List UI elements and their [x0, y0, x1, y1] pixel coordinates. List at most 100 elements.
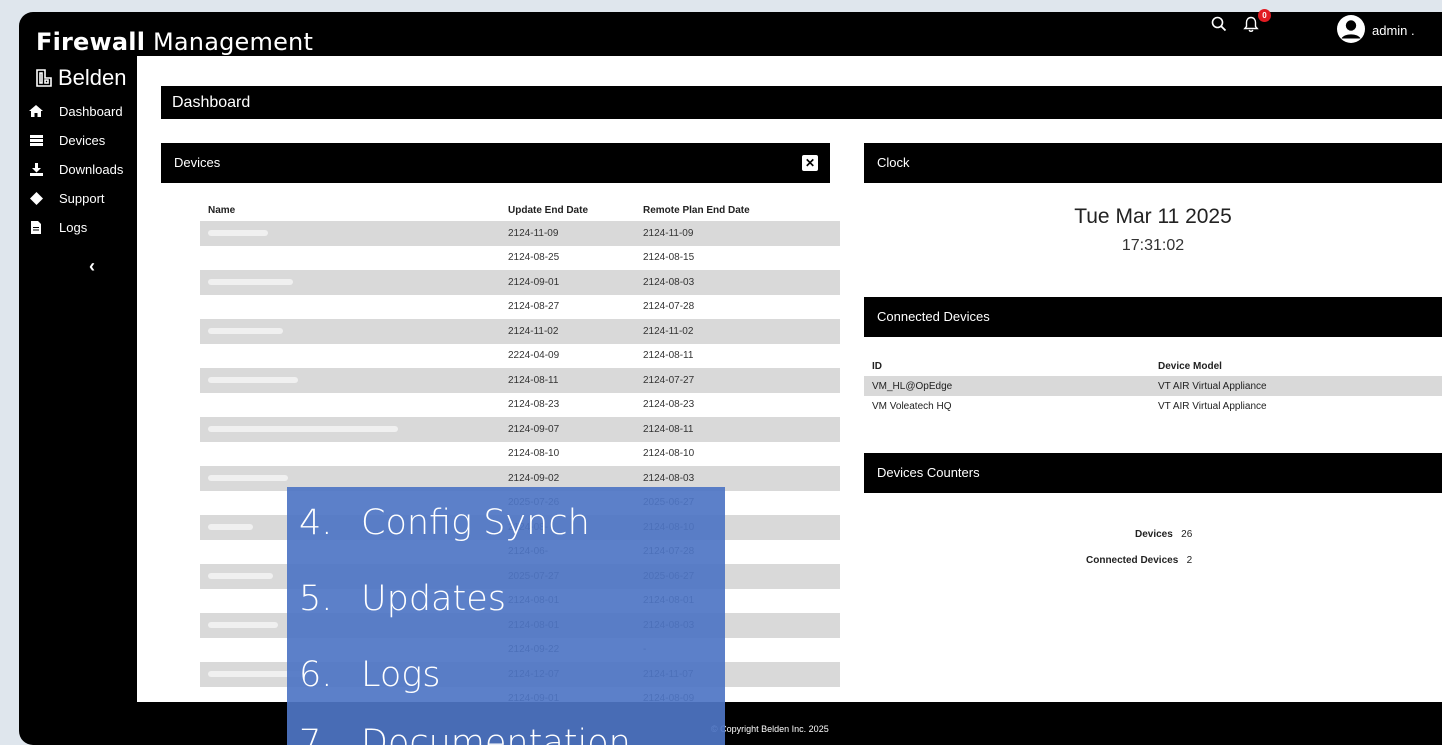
- overlay-item: 4. Config Synch: [299, 503, 590, 543]
- overlay-item: 5. Updates: [299, 579, 506, 619]
- remote-plan-end-date: 2124-07-28: [643, 301, 695, 313]
- redacted-name: [208, 327, 283, 334]
- search-icon[interactable]: [1211, 16, 1227, 32]
- redacted-name: [208, 523, 253, 530]
- connected-devices-counter: Connected Devices 2: [1086, 555, 1192, 566]
- update-end-date: 2124-11-02: [508, 325, 559, 337]
- sidebar-item-label: Downloads: [59, 161, 124, 177]
- table-row[interactable]: 2124-11-09 2124-11-09: [200, 221, 840, 246]
- device-name: [200, 277, 508, 288]
- update-end-date: 2124-09-01: [508, 276, 560, 288]
- presentation-overlay: 4. Config Synch 5. Updates 6. Logs 7. Docume…: [287, 487, 725, 745]
- home-icon: [27, 104, 45, 118]
- counters-panel-header: Devices Counters: [864, 453, 1442, 493]
- redacted-name: [208, 474, 288, 481]
- counter-value: 2: [1186, 555, 1193, 566]
- clock-widget: Tue Mar 11 2025 17:31:02: [864, 183, 1442, 280]
- sidebar-item-support[interactable]: Support: [27, 187, 123, 209]
- update-end-date: 2124-08-10: [508, 448, 560, 460]
- remote-plan-end-date: 2124-11-09: [643, 227, 694, 239]
- counter-value: 26: [1181, 529, 1193, 540]
- overlay-item: 6. Logs: [299, 655, 441, 695]
- device-model: VT AIR Virtual Appliance: [1158, 400, 1267, 412]
- sidebar-item-dashboard[interactable]: Dashboard: [27, 100, 123, 122]
- connected-panel-header: Connected Devices: [864, 297, 1442, 337]
- device-name: [200, 424, 508, 435]
- redacted-name: [208, 229, 268, 236]
- diamond-icon: [27, 191, 45, 205]
- remote-plan-end-date: 2124-07-27: [643, 374, 695, 386]
- belden-logo-icon: [36, 69, 52, 87]
- table-row[interactable]: 2124-08-27 2124-07-28: [200, 295, 840, 320]
- connected-panel-title: Connected Devices: [877, 309, 990, 324]
- update-end-date: 2124-08-27: [508, 301, 560, 313]
- sidebar-nav: Dashboard Devices Downloads Support Logs: [27, 100, 123, 245]
- download-icon: [27, 162, 45, 176]
- close-icon[interactable]: ✕: [802, 155, 818, 171]
- remote-plan-end-date: 2124-11-02: [643, 325, 694, 337]
- table-row[interactable]: 2124-08-25 2124-08-15: [200, 246, 840, 271]
- column-header[interactable]: Device Model: [1158, 361, 1222, 372]
- user-avatar-icon[interactable]: [1336, 14, 1366, 44]
- table-row[interactable]: 2124-11-02 2124-11-02: [200, 319, 840, 344]
- table-header-row: Name Update End Date Remote Plan End Dat…: [200, 199, 840, 221]
- bell-icon[interactable]: [1243, 16, 1259, 33]
- sidebar-item-label: Logs: [59, 219, 88, 235]
- app-title: Firewall Management: [36, 28, 314, 56]
- table-row[interactable]: 2124-08-11 2124-07-27: [200, 368, 840, 393]
- update-end-date: 2124-09-02: [508, 472, 560, 484]
- file-icon: [27, 220, 45, 234]
- counters-body: Devices 26 Connected Devices 2: [864, 493, 1442, 578]
- redacted-name: [208, 278, 293, 285]
- counter-label: Devices: [1135, 529, 1173, 540]
- update-end-date: 2124-08-23: [508, 399, 560, 411]
- connected-devices-table: ID Device Model VM_HL@OpEdge VT AIR Virt…: [864, 356, 1442, 416]
- sidebar-collapse-button[interactable]: ‹: [89, 256, 95, 277]
- remote-plan-end-date: 2124-08-03: [643, 276, 695, 288]
- table-row[interactable]: 2124-08-23 2124-08-23: [200, 393, 840, 418]
- column-header[interactable]: Update End Date: [508, 205, 643, 216]
- device-name: [200, 326, 508, 337]
- device-name: [200, 473, 508, 484]
- column-header[interactable]: Name: [200, 205, 508, 216]
- sidebar-item-logs[interactable]: Logs: [27, 216, 123, 238]
- table-row[interactable]: VM_HL@OpEdge VT AIR Virtual Appliance: [864, 376, 1442, 396]
- remote-plan-end-date: 2124-08-11: [643, 350, 694, 362]
- remote-plan-end-date: 2124-08-03: [643, 472, 695, 484]
- update-end-date: 2124-11-09: [508, 227, 559, 239]
- page-title: Dashboard: [161, 86, 1442, 119]
- column-header[interactable]: Remote Plan End Date: [643, 205, 783, 216]
- clock-panel-title: Clock: [877, 155, 910, 170]
- table-row[interactable]: 2124-08-10 2124-08-10: [200, 442, 840, 467]
- table-row[interactable]: 2124-09-01 2124-08-03: [200, 270, 840, 295]
- copyright-text: © Copyright Belden Inc. 2025: [711, 724, 829, 734]
- remote-plan-end-date: 2124-08-23: [643, 399, 695, 411]
- brand-name: Belden: [58, 65, 127, 90]
- update-end-date: 2124-08-25: [508, 252, 560, 264]
- clock-panel-header: Clock: [864, 143, 1442, 183]
- column-header[interactable]: ID: [872, 361, 1158, 372]
- redacted-name: [208, 376, 298, 383]
- table-row[interactable]: 2224-04-09 2124-08-11: [200, 344, 840, 369]
- counters-panel-title: Devices Counters: [877, 465, 980, 480]
- sidebar-item-label: Dashboard: [59, 103, 123, 119]
- sidebar-item-downloads[interactable]: Downloads: [27, 158, 123, 180]
- brand-logo: Belden: [34, 65, 127, 91]
- table-header-row: ID Device Model: [864, 356, 1442, 376]
- table-row[interactable]: 2124-09-07 2124-08-11: [200, 417, 840, 442]
- user-menu[interactable]: admin .: [1372, 23, 1415, 38]
- sidebar-item-devices[interactable]: Devices: [27, 129, 123, 151]
- overlay-item: 7. Documentation: [299, 723, 631, 745]
- remote-plan-end-date: 2124-08-15: [643, 252, 695, 264]
- update-end-date: 2124-09-07: [508, 423, 560, 435]
- devices-counter: Devices 26: [1135, 529, 1192, 540]
- device-name: [200, 375, 508, 386]
- device-model: VT AIR Virtual Appliance: [1158, 380, 1267, 392]
- counter-label: Connected Devices: [1086, 555, 1179, 566]
- table-row[interactable]: VM Voleatech HQ VT AIR Virtual Appliance: [864, 396, 1442, 416]
- devices-panel-title: Devices: [174, 155, 221, 170]
- clock-time: 17:31:02: [1121, 237, 1185, 254]
- redacted-name: [208, 425, 398, 432]
- update-end-date: 2224-04-09: [508, 350, 560, 362]
- clock-date: Tue Mar 11 2025: [1074, 205, 1232, 228]
